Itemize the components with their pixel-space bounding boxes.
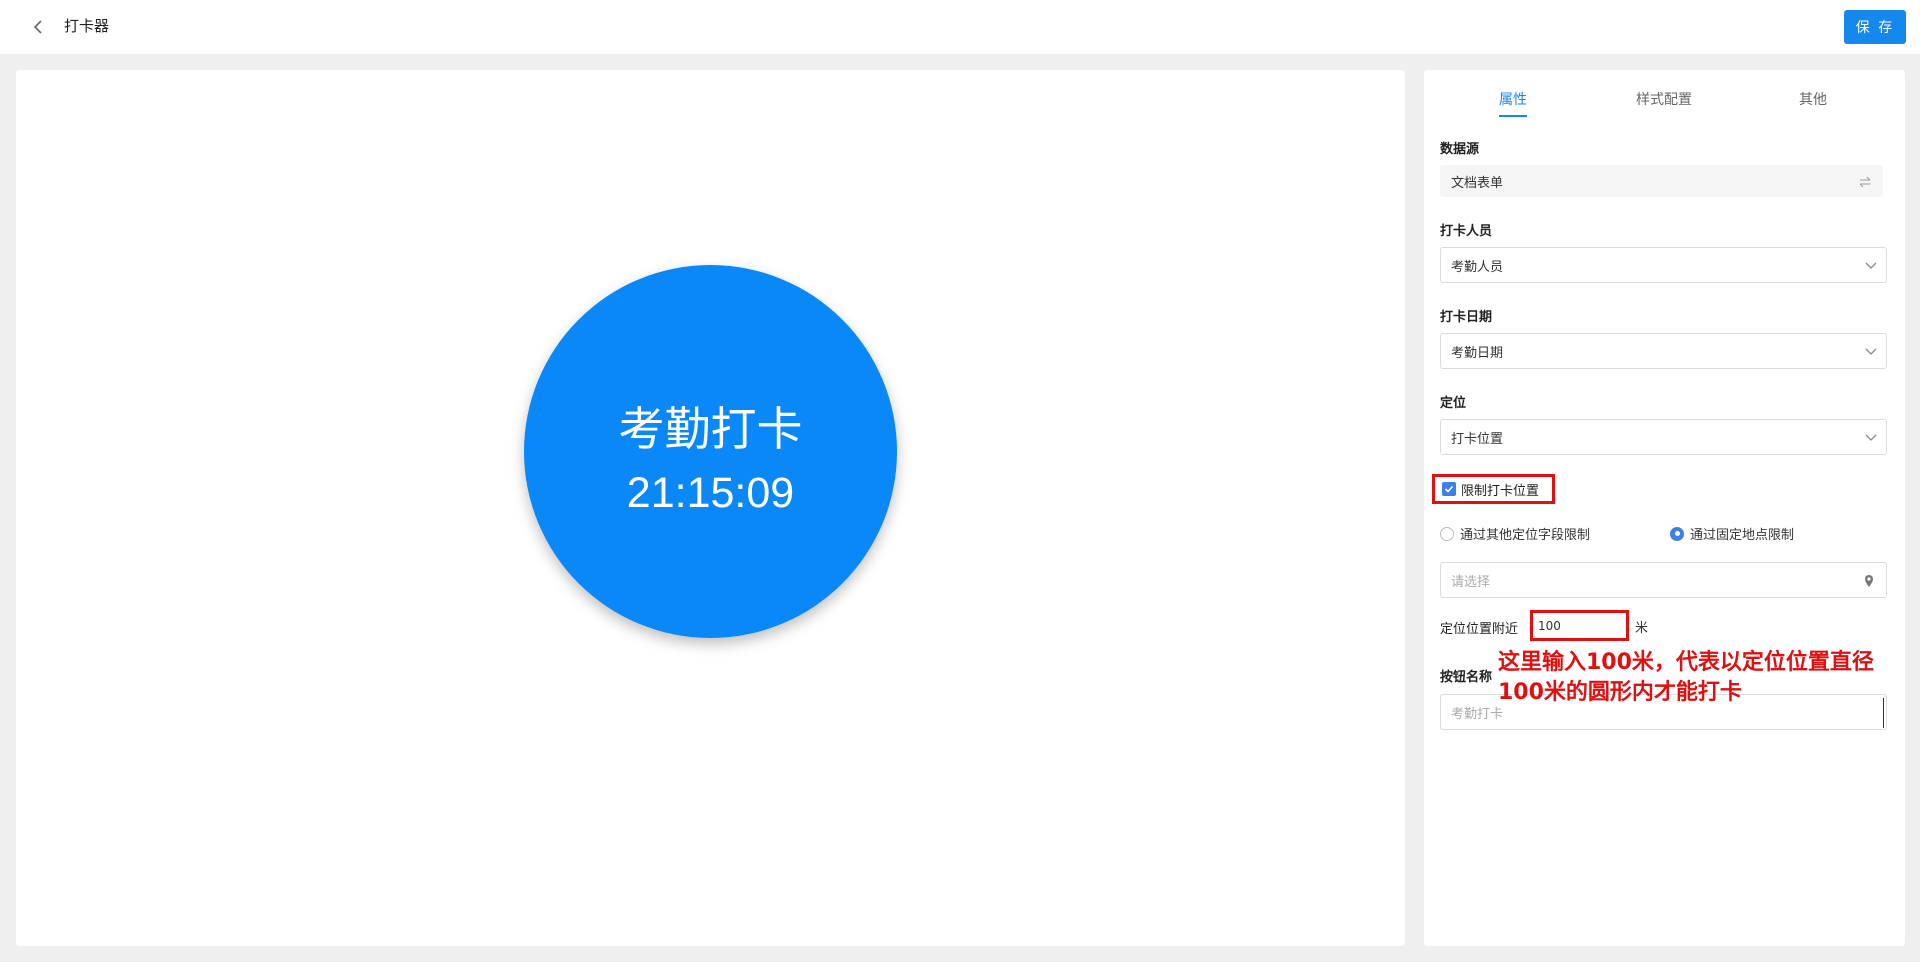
chevron-left-icon[interactable] [30,18,46,36]
limit-location-label: 限制打卡位置 [1461,483,1540,499]
clock-person-label: 打卡人员 [1440,224,1493,239]
radio-icon[interactable] [1440,526,1454,541]
radio-limit-by-field[interactable]: 通过其他定位字段限制 [1440,524,1590,543]
range-input[interactable] [1530,610,1629,641]
tab-other[interactable]: 其他 [1799,89,1827,109]
tab-properties[interactable]: 属性 [1499,89,1527,117]
location-value: 打卡位置 [1451,431,1504,447]
chevron-down-icon [1864,259,1878,271]
button-name-label: 按钮名称 [1440,670,1493,685]
checkbox-checked-icon[interactable] [1442,482,1456,496]
swap-icon[interactable] [1858,175,1872,189]
range-unit: 米 [1635,621,1649,636]
location-select[interactable]: 打卡位置 [1440,419,1887,455]
location-pin-icon[interactable] [1862,574,1876,588]
radio-label: 通过其他定位字段限制 [1460,528,1591,543]
button-name-placeholder: 考勤打卡 [1451,706,1504,722]
save-button[interactable]: 保 存 [1844,10,1906,44]
top-bar: 打卡器 保 存 [0,0,1920,54]
chevron-down-icon [1864,345,1878,357]
clock-date-select[interactable]: 考勤日期 [1440,333,1887,369]
radio-limit-by-fixed-place[interactable]: 通过固定地点限制 [1670,524,1794,543]
radio-label: 通过固定地点限制 [1690,528,1795,543]
preview-canvas: 考勤打卡 21:15:09 [16,70,1405,946]
range-label: 定位位置附近 [1440,622,1519,637]
data-source-field[interactable]: 文档表单 [1440,165,1883,197]
location-label: 定位 [1440,396,1467,411]
data-source-value: 文档表单 [1451,175,1504,191]
clock-person-select[interactable]: 考勤人员 [1440,247,1887,283]
page-title: 打卡器 [64,17,110,35]
clock-date-label: 打卡日期 [1440,310,1493,325]
chevron-down-icon [1864,431,1878,443]
panel-tabs: 属性 样式配置 其他 [1424,70,1905,118]
clock-in-label: 考勤打卡 [618,402,803,456]
clock-in-button[interactable]: 考勤打卡 21:15:09 [524,265,897,638]
clock-date-value: 考勤日期 [1451,345,1504,361]
properties-panel: 属性 样式配置 其他 数据源 文档表单 打卡人员 考勤人员 打卡日期 考勤日期 … [1424,70,1905,946]
radio-selected-icon[interactable] [1670,526,1684,541]
clock-time: 21:15:09 [626,469,795,517]
tab-style-config[interactable]: 样式配置 [1636,89,1692,109]
data-source-label: 数据源 [1440,142,1480,157]
clock-person-value: 考勤人员 [1451,259,1504,275]
annotation-note: 这里输入100米，代表以定位位置直径100米的圆形内才能打卡 [1498,650,1874,705]
fixed-place-select[interactable]: 请选择 [1440,562,1887,598]
limit-location-checkbox[interactable]: 限制打卡位置 [1432,474,1555,504]
place-placeholder: 请选择 [1451,574,1491,590]
